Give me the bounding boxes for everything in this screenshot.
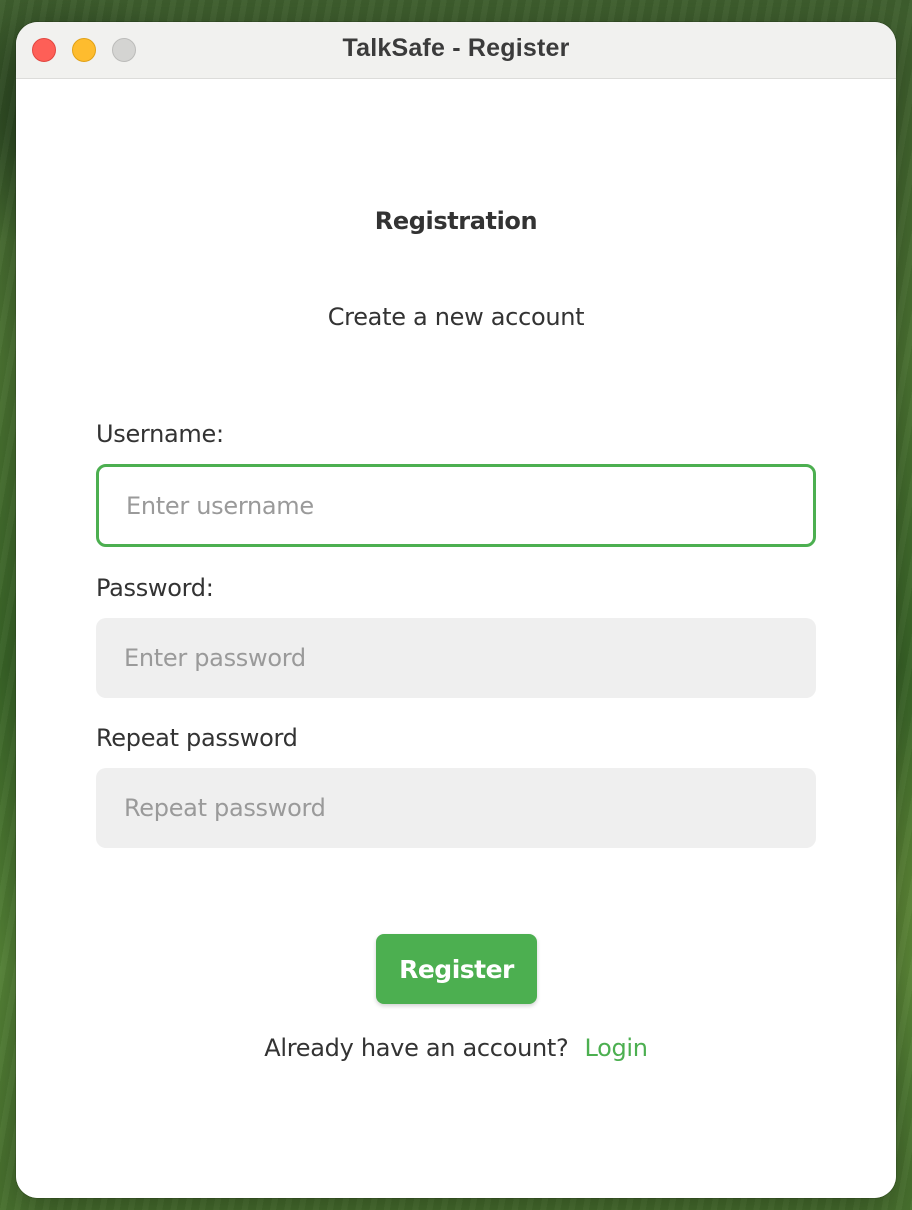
window-titlebar[interactable]: TalkSafe - Register: [16, 22, 896, 79]
form-subheading: Create a new account: [327, 303, 585, 331]
password-label: Password:: [96, 574, 214, 602]
register-button[interactable]: Register: [376, 934, 537, 1004]
register-window: TalkSafe - Register Registration Create …: [16, 22, 896, 1198]
login-prompt: Already have an account? Login: [16, 1034, 896, 1062]
registration-form: Registration Create a new account Userna…: [16, 79, 896, 1198]
login-link[interactable]: Login: [584, 1034, 648, 1062]
username-label: Username:: [96, 420, 224, 448]
form-heading: Registration: [374, 207, 538, 235]
repeat-password-input[interactable]: [96, 768, 816, 848]
repeat-password-label: Repeat password: [96, 724, 298, 752]
already-have-account-text: Already have an account?: [264, 1034, 569, 1062]
username-input[interactable]: [96, 464, 816, 547]
window-title: TalkSafe - Register: [342, 34, 570, 62]
password-input[interactable]: [96, 618, 816, 698]
